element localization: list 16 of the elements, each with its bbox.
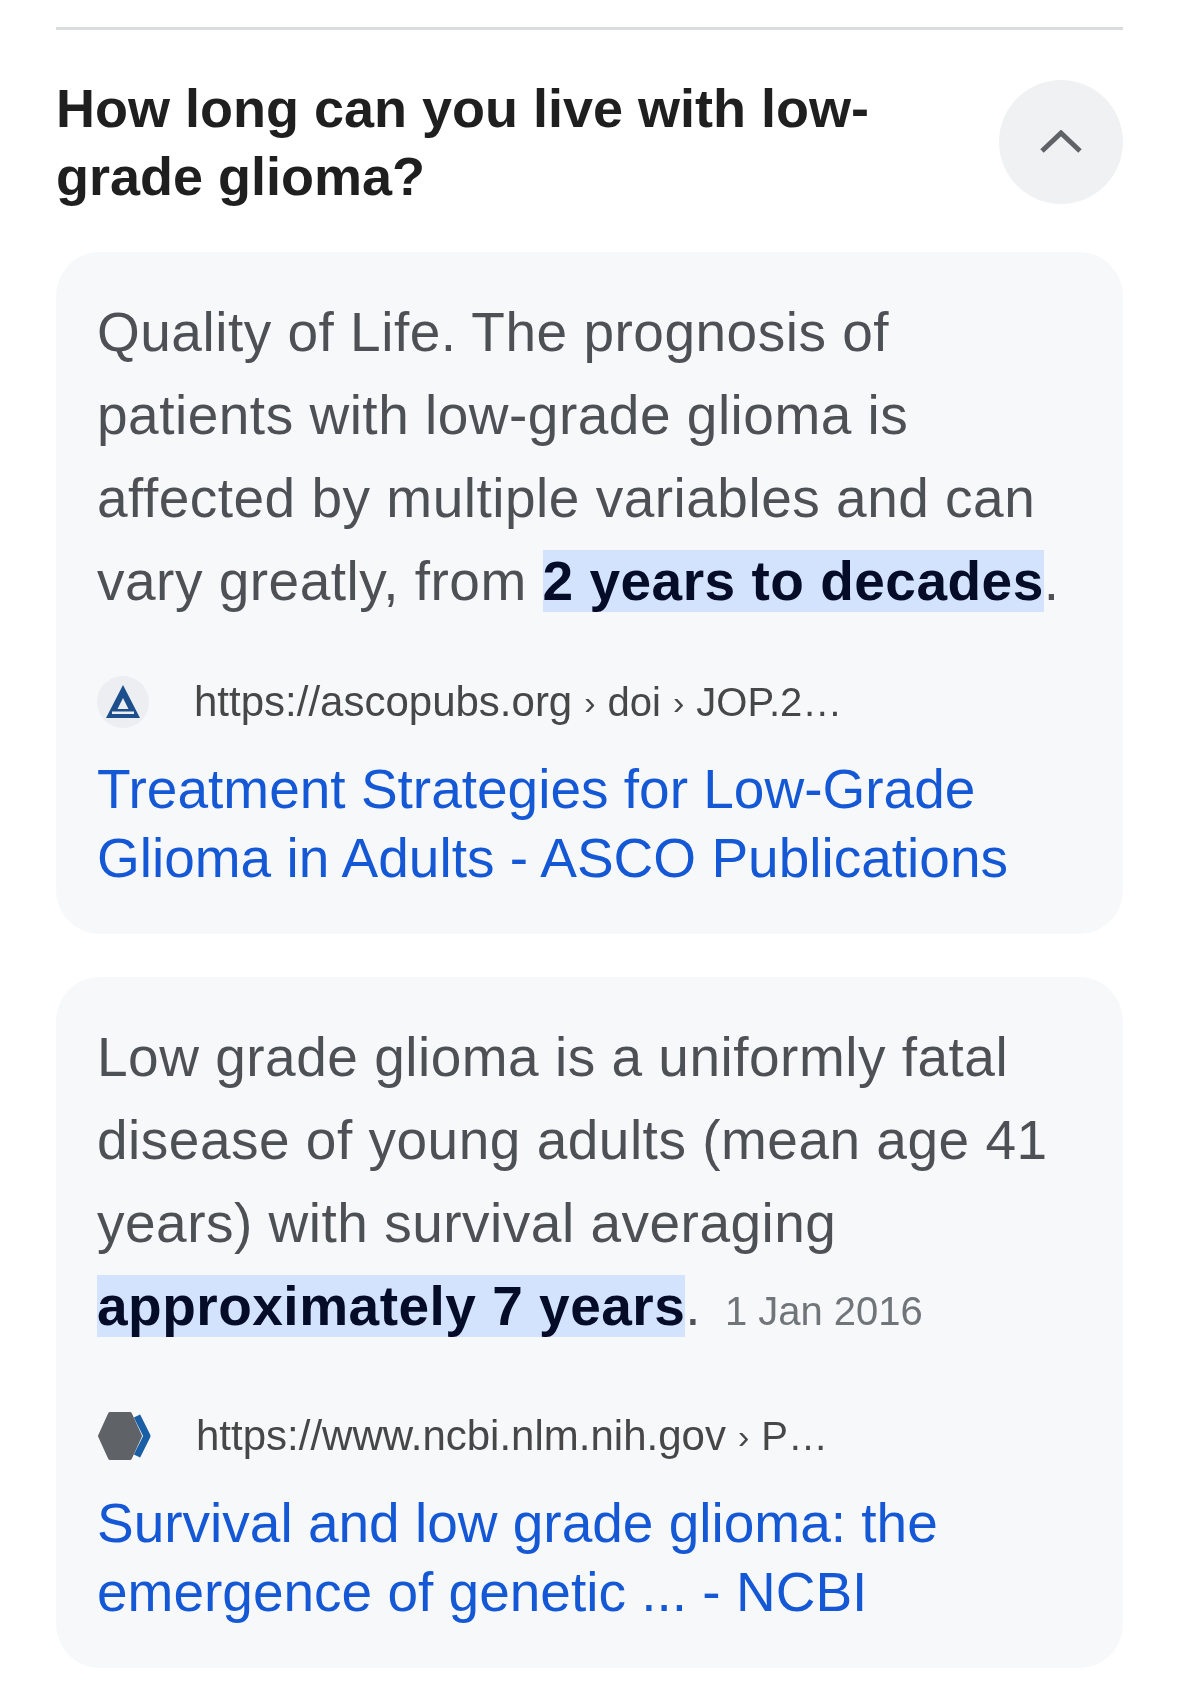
triangle-logo-icon	[97, 676, 149, 728]
breadcrumb-label: doi	[607, 679, 661, 726]
breadcrumb-separator: ›	[672, 682, 685, 723]
question-title: How long can you live with low-grade glioma?	[56, 77, 871, 208]
source-url: https://ascopubs.org	[194, 677, 573, 727]
breadcrumb-label: JOP.2…	[696, 679, 843, 726]
source-url: https://www.ncbi.nlm.nih.gov	[196, 1411, 726, 1461]
breadcrumb-separator: ›	[584, 682, 596, 723]
breadcrumb-label: P…	[761, 1413, 828, 1460]
answer-snippet: Quality of Life. The prognosis of patients with low-grade glioma is affected by multiple variables and can vary greatly, from 2 years to decades.	[97, 300, 1061, 614]
hexagon-chevron-icon	[97, 1411, 151, 1461]
answer-snippet: Low grade glioma is a uniformly fatal disease of young adults (mean age 41 years) with survival averaging approximately 7 years. 1 Jan 2016	[97, 1025, 1049, 1339]
chevron-up-icon	[1039, 130, 1083, 154]
breadcrumb-separator: ›	[737, 1416, 750, 1457]
result-title-link[interactable]: Treatment Strategies for Low-Grade Glioma in Adults - ASCO Publications	[97, 755, 1093, 893]
result-title-link[interactable]: Survival and low grade glioma: the emergence of genetic ... - NCBI	[97, 1489, 1093, 1627]
